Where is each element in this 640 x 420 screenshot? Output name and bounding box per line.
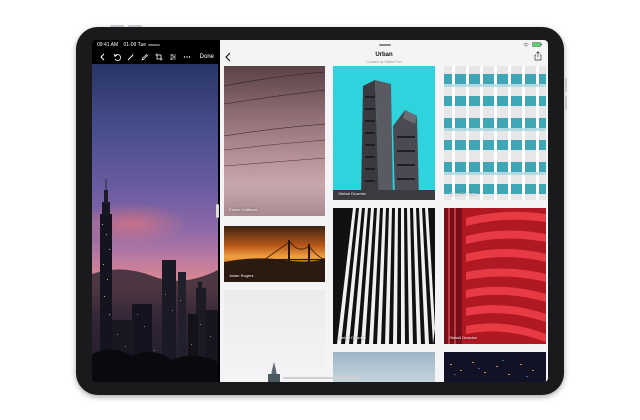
crop-icon[interactable]: [152, 51, 166, 63]
pencil-icon[interactable]: [138, 51, 152, 63]
photo-author: Oleksii Drozdov: [338, 335, 367, 340]
photo-author: Oleksii Drozdov: [449, 191, 478, 196]
photo-card[interactable]: Oleksii Drozdov: [444, 208, 546, 344]
photo-card[interactable]: Oleksii Drozdov: [333, 66, 435, 200]
multitask-grabber[interactable]: [148, 44, 160, 46]
screen: 09:41 AM 01-09 Tue Done Urban Curated by…: [92, 40, 548, 382]
photo-author: Oleksii Drozdov: [338, 191, 367, 196]
editor-toolbar: Done: [92, 51, 218, 63]
photo-card[interactable]: [444, 352, 546, 382]
photo-grid: Parker Coffman Oleksii Drozdov Oleksii D…: [220, 66, 548, 382]
photo-card[interactable]: Oleksii Drozdov: [333, 208, 435, 344]
status-bar: 09:41 AM 01-09 Tue: [97, 42, 150, 48]
photo-card[interactable]: Parker Coffman: [224, 66, 325, 216]
album-title: Urban: [375, 52, 393, 58]
album-subtitle: Curated by Wiktor Peri: [366, 60, 402, 64]
tower-building-image: [333, 80, 435, 200]
editing-photo[interactable]: [92, 64, 218, 382]
photo-card[interactable]: Oleksii Drozdov: [444, 66, 546, 200]
striped-architecture-image: [337, 208, 435, 344]
photo-author: Julian Rogers: [229, 273, 254, 278]
photo-card[interactable]: Julian Rogers: [224, 226, 325, 282]
share-icon[interactable]: [534, 51, 542, 61]
building-facade-image: [444, 66, 546, 200]
top-button: [128, 25, 142, 27]
more-icon[interactable]: [180, 51, 194, 63]
photo-editor-pane: 09:41 AM 01-09 Tue Done: [92, 40, 218, 382]
photo-author: Oleksii Drozdov: [449, 335, 478, 340]
volume-button: [565, 96, 567, 110]
magic-wand-icon[interactable]: [124, 51, 138, 63]
photo-card[interactable]: [224, 290, 325, 382]
back-icon[interactable]: [96, 51, 110, 63]
minimal-spire-image: [268, 362, 280, 382]
status-time: 09:41 AM: [97, 42, 119, 48]
red-building-image: [444, 208, 546, 344]
power-lines-image: [224, 71, 325, 167]
photo-author: Parker Coffman: [229, 207, 257, 212]
city-skyline: [92, 179, 218, 382]
status-date: 01-09 Tue: [123, 42, 147, 48]
split-view-divider[interactable]: [216, 204, 219, 218]
done-button[interactable]: Done: [200, 51, 214, 63]
gallery-pane: Urban Curated by Wiktor Peri Parker Coff…: [220, 40, 548, 382]
volume-button: [565, 78, 567, 92]
undo-icon[interactable]: [110, 51, 124, 63]
top-button: [110, 25, 124, 27]
adjust-icon[interactable]: [166, 51, 180, 63]
home-indicator[interactable]: [283, 377, 361, 379]
night-city-image: [450, 360, 534, 377]
gallery-header: Urban Curated by Wiktor Peri: [220, 46, 548, 66]
